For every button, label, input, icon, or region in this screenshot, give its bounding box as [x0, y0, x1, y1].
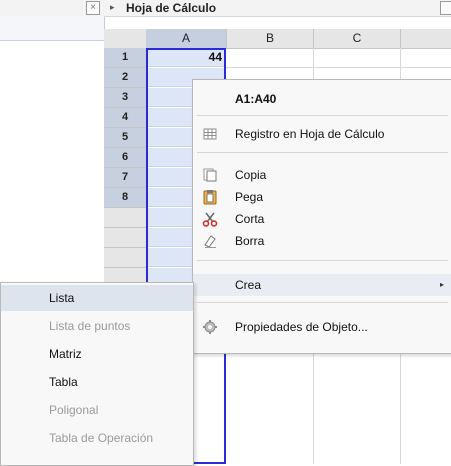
submenu-item-tabla-de-operacion[interactable]: Tabla de Operación — [1, 425, 193, 451]
row-header[interactable]: 7 — [104, 168, 147, 188]
window-toggle-icon[interactable] — [440, 1, 451, 15]
submenu-item-poligonal[interactable]: Poligonal — [1, 397, 193, 423]
table-icon — [202, 126, 218, 142]
row-header[interactable] — [104, 228, 147, 248]
menu-item-corta[interactable]: Corta — [193, 208, 451, 230]
menu-item-propiedades[interactable]: Propiedades de Objeto... — [193, 316, 451, 338]
create-submenu: Lista Lista de puntos Matriz Tabla Polig… — [0, 282, 194, 466]
menu-item-pega[interactable]: Pega — [193, 186, 451, 208]
column-header-d[interactable] — [401, 29, 451, 49]
submenu-item-tabla[interactable]: Tabla — [1, 369, 193, 395]
menu-item-registro[interactable]: Registro en Hoja de Cálculo — [193, 123, 451, 145]
eraser-icon — [202, 233, 218, 249]
scissors-icon — [202, 211, 218, 227]
left-panel-row[interactable] — [0, 16, 104, 41]
submenu-item-lista-de-puntos[interactable]: Lista de puntos — [1, 313, 193, 339]
collapse-arrow-icon[interactable]: ▸ — [110, 2, 115, 13]
row-header[interactable]: 6 — [104, 148, 147, 168]
menu-separator — [197, 152, 448, 153]
menu-title: A1:A40 — [235, 92, 277, 106]
spreadsheet-title: Hoja de Cálculo — [126, 1, 217, 15]
gridline — [226, 67, 451, 68]
menu-separator — [197, 302, 448, 303]
row-header[interactable]: 2 — [104, 68, 147, 88]
column-header-a[interactable]: A — [146, 29, 227, 49]
context-menu: A1:A40 Registro en Hoja de Cálculo Copia… — [192, 79, 451, 354]
submenu-item-lista[interactable]: Lista — [1, 285, 193, 311]
copy-icon — [202, 167, 218, 183]
corner-header[interactable] — [104, 29, 147, 49]
menu-separator — [197, 260, 448, 261]
row-header[interactable] — [104, 208, 147, 228]
row-header[interactable]: 4 — [104, 108, 147, 128]
submenu-item-matriz[interactable]: Matriz — [1, 341, 193, 367]
paste-icon — [202, 189, 218, 205]
gear-icon — [202, 319, 218, 335]
row-header[interactable]: 1 — [104, 48, 147, 68]
row-header[interactable]: 8 — [104, 188, 147, 208]
row-header[interactable] — [104, 248, 147, 268]
column-header-c[interactable]: C — [314, 29, 401, 49]
column-header-b[interactable]: B — [227, 29, 314, 49]
menu-item-copia[interactable]: Copia — [193, 164, 451, 186]
menu-separator — [197, 115, 448, 116]
submenu-arrow-icon: ▸ — [439, 280, 444, 289]
menu-item-crea[interactable]: Crea ▸ — [193, 274, 451, 296]
close-icon[interactable]: × — [86, 1, 100, 15]
row-header[interactable]: 3 — [104, 88, 147, 108]
menu-item-borra[interactable]: Borra — [193, 230, 451, 252]
row-header[interactable]: 5 — [104, 128, 147, 148]
